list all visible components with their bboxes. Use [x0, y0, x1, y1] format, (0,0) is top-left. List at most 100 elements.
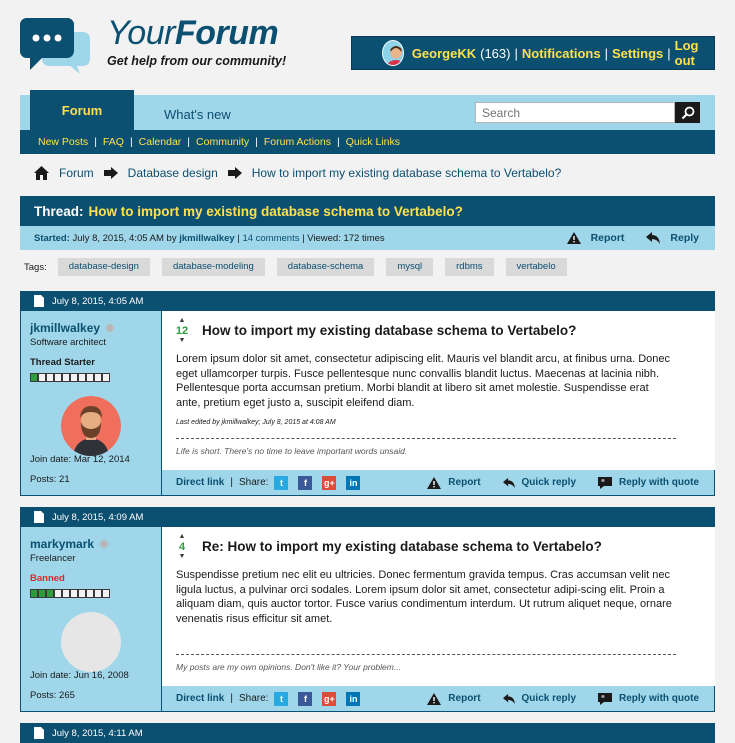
post-author-panel: markymark Freelancer Banned Join date: J… [21, 527, 161, 711]
tag-chip[interactable]: database-design [57, 258, 150, 276]
tag-chip[interactable]: mysql [386, 258, 434, 276]
google-plus-icon[interactable]: g+ [322, 691, 337, 706]
svg-text:“: “ [601, 478, 605, 487]
reply-icon [646, 232, 661, 244]
thread-reply-button[interactable]: Reply [670, 232, 699, 244]
comments-link[interactable]: 14 comments [242, 233, 299, 244]
post-signature: My posts are my own opinions. Don't like… [176, 662, 401, 672]
arrow-right-icon [227, 167, 242, 179]
divider: | [94, 136, 97, 148]
view-count: Viewed: 172 times [307, 232, 385, 244]
tab-whats-new[interactable]: What's new [164, 107, 231, 122]
search-button[interactable] [675, 102, 700, 123]
reply-icon [502, 477, 515, 488]
reputation-bar [30, 589, 152, 598]
linkedin-icon[interactable]: in [346, 475, 361, 490]
upvote-button[interactable]: ▲ [175, 317, 189, 325]
divider: | [230, 477, 233, 488]
author-post-count: Posts: 21 [30, 474, 70, 485]
divider: | [230, 693, 233, 704]
site-tagline: Get help from our community! [107, 54, 287, 68]
subnav-community[interactable]: Community [196, 136, 249, 148]
tab-forum[interactable]: Forum [30, 90, 134, 130]
linkedin-icon[interactable]: in [346, 691, 361, 706]
author-status: Thread Starter [30, 357, 95, 368]
quick-reply-label: Quick reply [521, 477, 576, 488]
tags-label: Tags: [24, 261, 47, 273]
upvote-button[interactable]: ▲ [175, 533, 189, 541]
home-icon[interactable] [34, 166, 49, 180]
settings-link[interactable]: Settings [612, 46, 663, 61]
author-avatar[interactable] [61, 396, 121, 456]
tag-chip[interactable]: database-modeling [161, 258, 265, 276]
notifications-link[interactable]: Notifications [522, 46, 601, 61]
document-icon [34, 727, 44, 739]
reply-with-quote-label: Reply with quote [619, 477, 699, 488]
reply-with-quote-button[interactable]: “ Reply with quote [598, 476, 699, 489]
divider: | [129, 136, 133, 148]
svg-text:“: “ [601, 694, 605, 703]
post-title: Re: How to import my existing database s… [202, 539, 602, 554]
subnav-calendar[interactable]: Calendar [139, 136, 182, 148]
offline-status-icon [100, 540, 109, 548]
breadcrumb-forum[interactable]: Forum [59, 166, 94, 180]
subnav-forum-actions[interactable]: Forum Actions [264, 136, 331, 148]
tag-chip[interactable]: database-schema [276, 258, 375, 276]
logout-link[interactable]: Log out [675, 38, 714, 68]
post: July 8, 2015, 4:09 AM markymark Freelanc… [20, 507, 715, 712]
sub-nav: New Posts | FAQ | Calendar | Community |… [20, 130, 715, 154]
tag-chip[interactable]: vertabelo [505, 258, 567, 276]
author-role: Software architect [30, 337, 107, 348]
post: July 8, 2015, 4:05 AM jkmillwalkey Softw… [20, 291, 715, 496]
post-author-name[interactable]: markymark [30, 537, 94, 551]
quick-reply-button[interactable]: Quick reply [502, 477, 576, 489]
post-author-name[interactable]: jkmillwalkey [30, 321, 100, 335]
search-input[interactable] [475, 102, 675, 123]
facebook-icon[interactable]: f [298, 691, 313, 706]
report-label: Report [448, 477, 481, 488]
author-post-count: Posts: 265 [30, 690, 75, 701]
post-content: ▲ 4 ▼ Re: How to import my existing data… [161, 527, 715, 686]
twitter-icon[interactable]: t [274, 475, 289, 490]
thread-report-button[interactable]: Report [591, 232, 625, 244]
thread-author-link[interactable]: jkmillwalkey [179, 233, 234, 244]
quick-reply-button[interactable]: Quick reply [502, 693, 576, 705]
direct-link[interactable]: Direct link [176, 477, 224, 488]
user-avatar[interactable] [382, 40, 404, 66]
warning-icon [427, 476, 442, 489]
warning-icon [427, 692, 442, 705]
breadcrumb-category[interactable]: Database design [128, 166, 218, 180]
post-footer: Direct link | Share: t f g+ in Report Qu… [161, 470, 715, 495]
downvote-button[interactable]: ▼ [175, 337, 189, 345]
signature-divider [176, 438, 676, 439]
signature-divider [176, 654, 676, 655]
report-button[interactable]: Report [427, 692, 481, 705]
vote-count: 4 [178, 541, 186, 553]
tag-chip[interactable]: rdbms [445, 258, 494, 276]
share-label: Share: [238, 477, 269, 488]
document-icon [34, 511, 44, 523]
post-date: July 8, 2015, 4:11 AM [52, 727, 143, 739]
google-plus-icon[interactable]: g+ [322, 475, 337, 490]
report-button[interactable]: Report [427, 476, 481, 489]
breadcrumb-thread[interactable]: How to import my existing database schem… [252, 166, 562, 180]
post-content: ▲ 12 ▼ How to import my existing databas… [161, 311, 715, 470]
downvote-button[interactable]: ▼ [175, 553, 189, 561]
post-body: markymark Freelancer Banned Join date: J… [20, 527, 715, 712]
direct-link[interactable]: Direct link [176, 693, 224, 704]
post-footer: Direct link | Share: t f g+ in Report Qu… [161, 686, 715, 711]
post-text: Lorem ipsum dolor sit amet, consectetur … [176, 353, 671, 409]
started-label: Started: [34, 232, 70, 244]
facebook-icon[interactable]: f [298, 475, 313, 490]
breadcrumb: Forum Database design How to import my e… [34, 166, 561, 180]
twitter-icon[interactable]: t [274, 691, 289, 706]
post-title: How to import my existing database schem… [202, 323, 577, 338]
subnav-quick-links[interactable]: Quick Links [346, 136, 400, 148]
divider: | [604, 45, 608, 61]
default-avatar[interactable] [61, 612, 121, 672]
reply-with-quote-button[interactable]: “ Reply with quote [598, 692, 699, 705]
subnav-new-posts[interactable]: New Posts [38, 136, 88, 148]
author-join-date: Join date: Jun 16, 2008 [30, 670, 129, 681]
subnav-faq[interactable]: FAQ [103, 136, 124, 148]
username-link[interactable]: GeorgeKK [412, 46, 476, 61]
